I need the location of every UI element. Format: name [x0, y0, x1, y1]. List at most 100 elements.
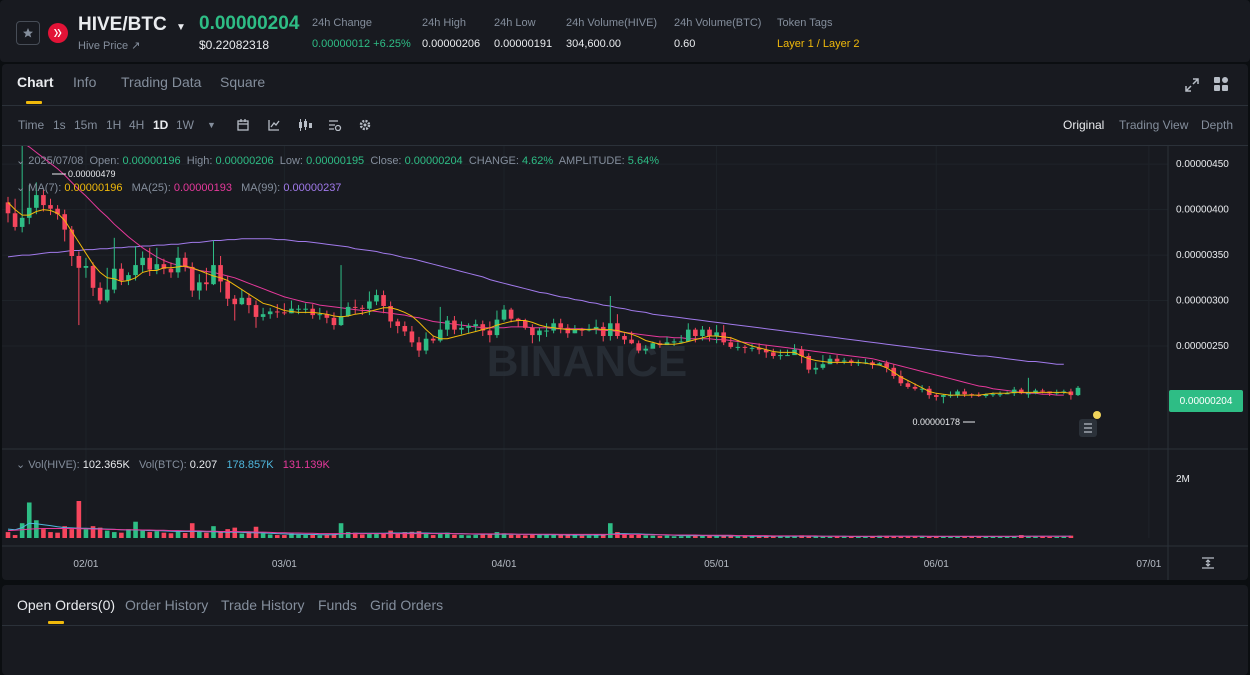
- vol-hive-label: Vol(HIVE):: [28, 459, 79, 471]
- tab-funds[interactable]: Funds: [318, 597, 357, 613]
- tf-4h[interactable]: 4H: [129, 118, 144, 132]
- volume-bar: [176, 531, 181, 538]
- volume-bar: [310, 535, 315, 538]
- candlestick-chart[interactable]: BINANCE 0.000004500.000004000.000003500.…: [2, 146, 1248, 580]
- tf-1w[interactable]: 1W: [176, 118, 194, 132]
- stat-value-volume-hive: 304,600.00: [566, 38, 621, 50]
- tf-15m[interactable]: 15m: [74, 118, 97, 132]
- candle-type-icon[interactable]: [298, 118, 312, 136]
- collapse-icon[interactable]: ⌄: [16, 459, 25, 471]
- tf-1h[interactable]: 1H: [106, 118, 121, 132]
- token-tags-link[interactable]: Layer 1 / Layer 2: [777, 38, 860, 50]
- volume-bar: [13, 535, 18, 538]
- volume-bar: [580, 536, 585, 538]
- volume-bar: [573, 535, 578, 538]
- volume-bar: [20, 523, 25, 538]
- timeframe-dropdown-icon[interactable]: ▼: [207, 120, 216, 130]
- candle-body: [544, 331, 549, 332]
- ohlc-readout: ⌄ 2025/07/08 Open: 0.00000196 High: 0.00…: [16, 154, 659, 167]
- volume-bar: [785, 537, 790, 538]
- candle-body: [147, 258, 152, 270]
- tab-chart[interactable]: Chart: [17, 74, 54, 90]
- tf-1s[interactable]: 1s: [53, 118, 66, 132]
- star-icon: [22, 27, 34, 39]
- ma7-value: 0.00000196: [64, 182, 122, 194]
- volume-bar: [218, 532, 223, 538]
- volume-bar: [48, 532, 53, 538]
- collapse-icon[interactable]: ⌄: [16, 182, 25, 194]
- candle-body: [466, 326, 471, 328]
- favorite-button[interactable]: [16, 21, 40, 45]
- calendar-icon[interactable]: [237, 118, 249, 136]
- date-tick-label: 05/01: [704, 559, 729, 570]
- volume-bar: [665, 536, 670, 538]
- tab-trade-history[interactable]: Trade History: [221, 597, 305, 613]
- volume-bar: [346, 532, 351, 538]
- volume-bar: [105, 531, 110, 538]
- candle-body: [197, 282, 202, 290]
- tab-info[interactable]: Info: [73, 74, 96, 90]
- low-label: Low:: [280, 155, 303, 167]
- close-value: 0.00000204: [405, 155, 463, 167]
- date-tick-label: 04/01: [492, 559, 517, 570]
- indicator-icon[interactable]: [268, 118, 280, 136]
- hive-logo-icon: [48, 23, 68, 43]
- tab-grid-orders[interactable]: Grid Orders: [370, 597, 443, 613]
- candle-body: [1026, 393, 1031, 394]
- candle-body: [537, 331, 542, 336]
- tab-order-history[interactable]: Order History: [125, 597, 208, 613]
- volume-bar: [162, 533, 167, 538]
- tf-time[interactable]: Time: [18, 118, 44, 132]
- candle-body: [728, 342, 733, 347]
- ma7-label: MA(7):: [28, 182, 61, 194]
- collapse-icon[interactable]: ⌄: [16, 155, 25, 167]
- drawing-tools-icon[interactable]: [329, 118, 342, 136]
- ticker-header: HIVE/BTC ▼ Hive Price ↗ 0.00000204 $0.22…: [0, 0, 1250, 62]
- order-book-icon[interactable]: [1079, 419, 1097, 437]
- candle-body: [778, 355, 783, 356]
- candle-body: [714, 332, 719, 336]
- candle-body: [98, 288, 103, 301]
- tf-1d[interactable]: 1D: [153, 118, 168, 132]
- candle-body: [672, 341, 677, 342]
- price-tick-label: 0.00000450: [1176, 159, 1229, 170]
- view-depth[interactable]: Depth: [1201, 118, 1233, 132]
- candle-body: [91, 266, 96, 288]
- pair-selector[interactable]: HIVE/BTC ▼: [78, 14, 186, 36]
- layout-grid-icon[interactable]: [1214, 77, 1228, 96]
- settings-gear-icon[interactable]: [359, 118, 371, 136]
- volume-bar: [544, 535, 549, 538]
- volume-bar: [608, 523, 613, 538]
- tab-trading-data[interactable]: Trading Data: [121, 74, 201, 90]
- volume-bar: [452, 535, 457, 538]
- volume-bar: [296, 535, 301, 538]
- volume-bar: [480, 534, 485, 538]
- fullscreen-icon[interactable]: [1185, 78, 1199, 97]
- date-tick-label: 03/01: [272, 559, 297, 570]
- tab-open-orders[interactable]: Open Orders(0): [17, 597, 115, 613]
- volume-bar: [615, 532, 620, 538]
- candle-body: [622, 336, 627, 340]
- vol-ma2-value: 131.139K: [283, 459, 330, 471]
- candle-body: [785, 355, 790, 356]
- auto-scale-icon[interactable]: [1202, 556, 1214, 574]
- hive-price-label: Hive Price: [78, 40, 128, 52]
- volume-bar: [225, 529, 230, 538]
- date-tick-label: 07/01: [1136, 559, 1161, 570]
- candle-body: [105, 290, 110, 301]
- view-trading-view[interactable]: Trading View: [1119, 118, 1188, 132]
- candle-body: [488, 331, 493, 336]
- candle-body: [502, 310, 507, 320]
- candle-body: [643, 349, 648, 351]
- volume-bar: [459, 535, 464, 538]
- candle-body: [360, 308, 365, 309]
- candle-body: [707, 330, 712, 336]
- stat-label-24h-change: 24h Change: [312, 17, 372, 29]
- volume-bar: [41, 529, 46, 538]
- stat-value-24h-high: 0.00000206: [422, 38, 480, 50]
- hive-price-link[interactable]: Hive Price ↗: [78, 39, 140, 52]
- view-original[interactable]: Original: [1063, 118, 1104, 132]
- volume-bar: [899, 537, 904, 538]
- volume-bar: [750, 537, 755, 538]
- tab-square[interactable]: Square: [220, 74, 265, 90]
